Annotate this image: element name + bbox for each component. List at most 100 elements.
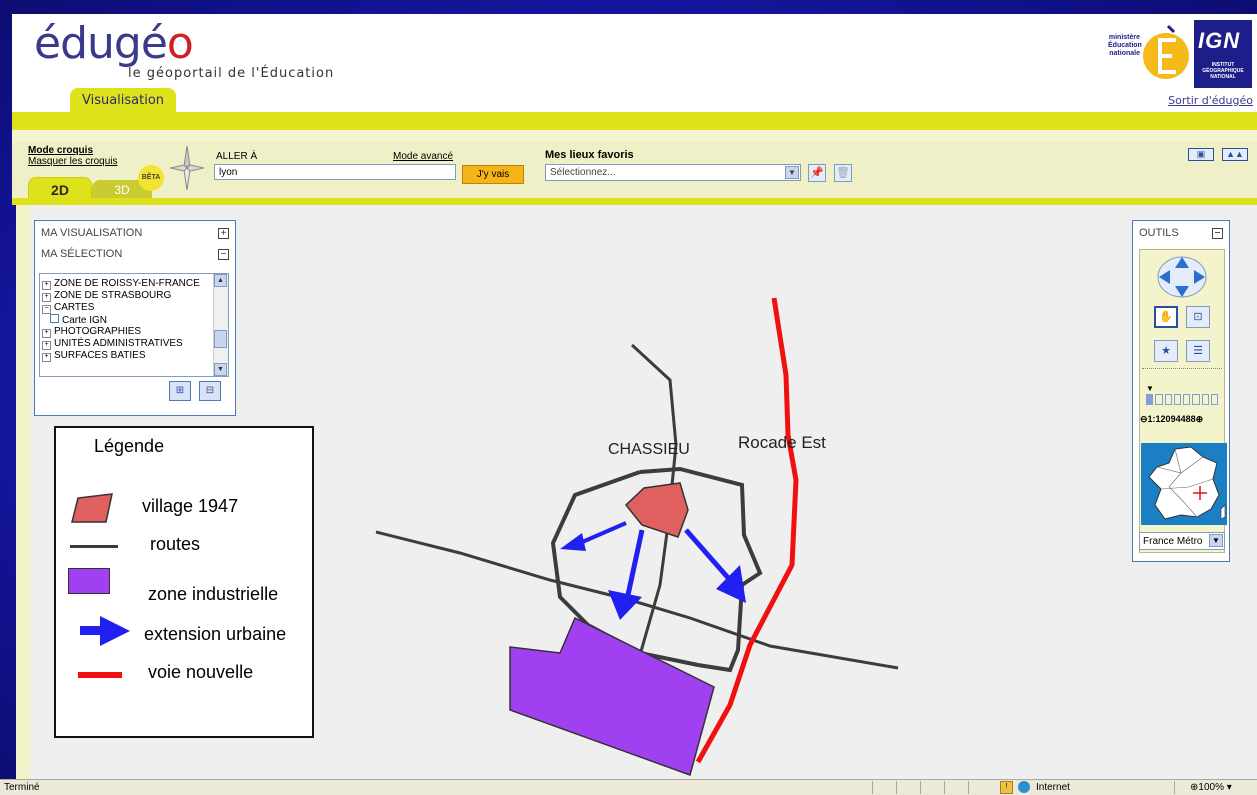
globe-icon xyxy=(1018,781,1030,793)
tab-2d[interactable]: 2D xyxy=(28,177,92,199)
ministry-line-1: ministère xyxy=(1108,34,1140,41)
favoris-select[interactable]: Sélectionnez... ▼ xyxy=(545,164,801,181)
chevron-down-icon[interactable]: ▼ xyxy=(785,166,799,179)
scale-value: 1:12094488 xyxy=(1147,414,1196,424)
masquer-croquis-link[interactable]: Masquer les croquis xyxy=(28,156,117,167)
status-separator xyxy=(896,781,897,794)
legend-arrow-swatch xyxy=(80,616,130,646)
pan-arrows-icon[interactable] xyxy=(1156,254,1208,300)
industrial-zone-shape xyxy=(509,616,715,776)
hand-tool-icon[interactable]: ✋ xyxy=(1154,306,1178,328)
zoom-in-icon[interactable]: ⊕ xyxy=(1196,414,1204,424)
ign-logo-text: IGN xyxy=(1198,28,1241,53)
toolbar: Mode croquis Masquer les croquis 2D 3D B… xyxy=(12,142,1257,199)
legend-title: Légende xyxy=(94,436,165,456)
legend-voie-swatch xyxy=(78,672,122,678)
favoris-label: Mes lieux favoris xyxy=(545,149,634,161)
tools-collapse-icon[interactable]: − xyxy=(1212,228,1223,239)
security-lock-icon[interactable]: ! xyxy=(1000,781,1013,794)
logo-main-text: édugé xyxy=(34,18,168,69)
info-panel-icon[interactable]: ☰ xyxy=(1186,340,1210,362)
edugeo-logo[interactable]: édugéo xyxy=(34,18,194,69)
village-1947-shape xyxy=(624,482,689,538)
ma-visualisation-label: MA VISUALISATION xyxy=(41,227,143,239)
pin-icon[interactable]: 📌 xyxy=(808,164,826,182)
aller-a-label: ALLER À xyxy=(216,151,258,162)
tree-toggle-icon[interactable]: + xyxy=(42,281,51,290)
zoom-slider[interactable] xyxy=(1146,394,1218,405)
legend: Légende village 1947 routes zone industr… xyxy=(54,426,314,738)
remove-folder-icon[interactable]: ⊟ xyxy=(199,381,221,401)
jyvais-button[interactable]: J'y vais xyxy=(462,165,524,184)
expand-plus-icon[interactable]: + xyxy=(218,228,229,239)
tree-item[interactable]: + ZONE DE ROISSY-EN-FRANCE xyxy=(40,278,228,290)
tools-panel: OUTILS − ✋ ⊡ ★ ☰ ▼ ⊖1:12094488⊕ France M… xyxy=(1132,220,1230,562)
legend-label-extension: extension urbaine xyxy=(144,624,287,644)
legend-zone-swatch xyxy=(68,568,110,594)
tree-toggle-icon[interactable]: + xyxy=(42,341,51,350)
tree-item-label: Carte IGN xyxy=(62,315,108,326)
ign-logo: IGN INSTITUT GÉOGRAPHIQUE NATIONAL xyxy=(1194,20,1252,88)
tree-item[interactable]: − CARTES xyxy=(40,302,228,314)
zoom-box-icon[interactable]: ⊡ xyxy=(1186,306,1210,328)
mode-avance-link[interactable]: Mode avancé xyxy=(393,151,453,162)
tab-visualisation[interactable]: Visualisation xyxy=(70,88,176,112)
selection-panel: MA VISUALISATION + MA SÉLECTION − + ZONE … xyxy=(34,220,236,416)
tree-item-label: ZONE DE ROISSY-EN-FRANCE xyxy=(54,278,200,289)
zoom-level[interactable]: ⊕100% ▾ xyxy=(1190,782,1232,793)
tree-scrollbar[interactable]: ▲ ▼ xyxy=(213,274,228,376)
france-overview-map[interactable] xyxy=(1141,443,1227,525)
tree-toggle-icon[interactable]: + xyxy=(42,293,51,302)
add-folder-icon[interactable]: ⊞ xyxy=(169,381,191,401)
legend-label-routes: routes xyxy=(150,534,201,554)
legend-label-village: village 1947 xyxy=(142,496,239,516)
checkbox-icon[interactable] xyxy=(50,314,59,323)
trash-icon[interactable]: 🗑 xyxy=(834,164,852,182)
region-selected-value: France Métro xyxy=(1143,536,1203,547)
tree-toggle-icon[interactable]: − xyxy=(42,305,51,314)
tree-item-child[interactable]: Carte IGN xyxy=(40,314,228,326)
tree-item-label: CARTES xyxy=(54,302,95,313)
status-separator xyxy=(944,781,945,794)
collapse-minus-icon[interactable]: − xyxy=(218,249,229,260)
legend-label-zone: zone industrielle xyxy=(148,584,279,604)
ma-selection-label: MA SÉLECTION xyxy=(41,248,123,260)
tree-item-label: SURFACES BATIES xyxy=(54,350,146,361)
ministry-logo: ministère Éducation nationale xyxy=(1108,22,1192,84)
status-separator xyxy=(872,781,873,794)
legend-label-voie: voie nouvelle xyxy=(148,662,254,682)
aller-a-input[interactable] xyxy=(214,164,456,180)
zoom-cursor-icon[interactable]: ▼ xyxy=(1146,384,1154,393)
zoom-out-icon[interactable]: ⊖ xyxy=(1140,414,1148,424)
tools-divider xyxy=(1142,368,1222,369)
legend-village-swatch xyxy=(71,493,113,523)
status-separator xyxy=(920,781,921,794)
region-select[interactable]: France Métro ▼ xyxy=(1139,532,1225,550)
mode-croquis-link[interactable]: Mode croquis xyxy=(28,145,93,156)
scroll-down-icon[interactable]: ▼ xyxy=(214,363,227,376)
header-band-pale xyxy=(12,130,1257,142)
status-bar: Terminé ! Internet ⊕100% ▾ xyxy=(0,779,1257,795)
internet-zone-label: Internet xyxy=(1036,782,1070,793)
layer-tree[interactable]: + ZONE DE ROISSY-EN-FRANCE + ZONE DE STRAS… xyxy=(39,273,229,377)
sortir-link[interactable]: Sortir d'édugéo xyxy=(1168,94,1253,107)
tree-item[interactable]: + UNITÉS ADMINISTRATIVES xyxy=(40,338,228,350)
tagline: le géoportail de l'Éducation xyxy=(128,66,335,81)
ministry-line-3: nationale xyxy=(1109,50,1140,57)
tree-item[interactable]: + SURFACES BATIES xyxy=(40,350,228,362)
tools-title: OUTILS xyxy=(1139,227,1179,239)
tree-toggle-icon[interactable]: + xyxy=(42,329,51,338)
star-icon[interactable]: ★ xyxy=(1154,340,1178,362)
tree-item[interactable]: + ZONE DE STRASBOURG xyxy=(40,290,228,302)
chevron-down-icon[interactable]: ▼ xyxy=(1209,534,1223,547)
ministry-e-icon xyxy=(1143,24,1189,79)
minimize-icon[interactable]: ▣ xyxy=(1188,148,1214,161)
scroll-up-icon[interactable]: ▲ xyxy=(214,274,227,287)
expand-icon[interactable]: ▲▲ xyxy=(1222,148,1248,161)
scroll-thumb[interactable] xyxy=(214,330,227,348)
tree-item[interactable]: + PHOTOGRAPHIES xyxy=(40,326,228,338)
status-text: Terminé xyxy=(4,782,40,793)
status-separator xyxy=(1174,781,1175,794)
tree-toggle-icon[interactable]: + xyxy=(42,353,51,362)
zoom-dropdown-icon[interactable]: ▾ xyxy=(1227,782,1232,793)
